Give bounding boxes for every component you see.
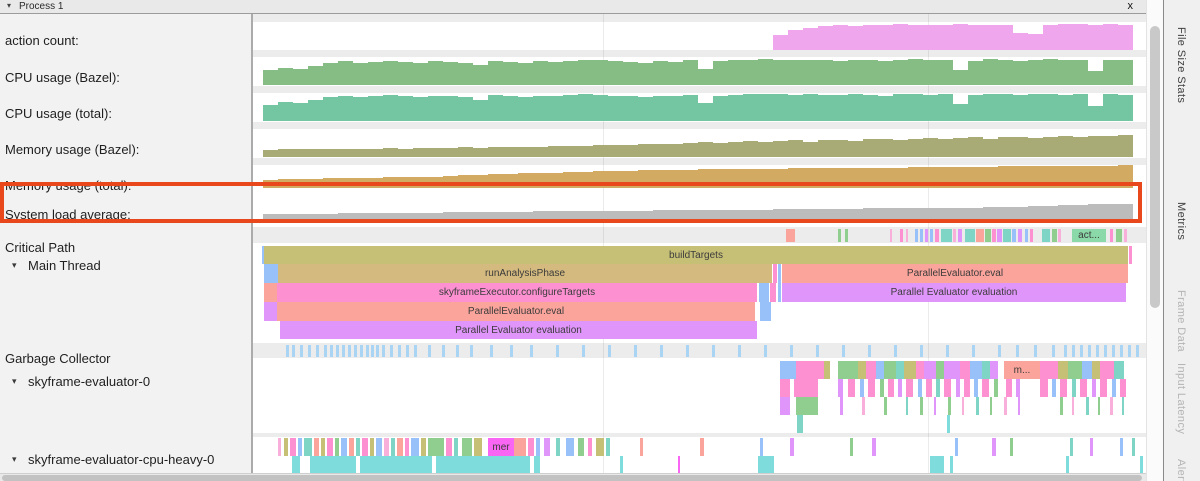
tab-alerts[interactable]: Alerts	[1175, 459, 1187, 481]
action-count-chart[interactable]	[253, 22, 1146, 50]
evaluator0-row[interactable]	[253, 397, 1146, 415]
main-thread-row[interactable]: ParallelEvaluator.eval	[253, 302, 1146, 321]
mem-bazel-chart[interactable]	[253, 129, 1146, 157]
label-action-count: action count:	[5, 33, 79, 48]
horizontal-scrollbar[interactable]	[0, 473, 1146, 481]
label-critical-path: Critical Path	[5, 240, 75, 255]
collapse-arrow-icon[interactable]: ▾	[12, 376, 17, 387]
track-label-column: action count: CPU usage (Bazel): CPU usa…	[0, 14, 253, 473]
row-strip	[253, 86, 1146, 93]
label-main-thread[interactable]: Main Thread	[28, 258, 101, 273]
process-header[interactable]: ▾ Process 1 x	[0, 0, 1146, 14]
main-thread-row[interactable]: Parallel Evaluator evaluation	[253, 321, 1146, 339]
timeline-canvas[interactable]: act... buildTargets runAnalysisPhasePara…	[253, 14, 1146, 473]
tab-frame-data[interactable]: Frame Data	[1175, 290, 1187, 352]
process-title: Process 1	[19, 1, 63, 12]
label-cpu-bazel: CPU usage (Bazel):	[5, 70, 120, 85]
label-garbage-collector: Garbage Collector	[5, 351, 111, 366]
mem-total-chart[interactable]	[253, 160, 1146, 188]
label-cpu-total: CPU usage (total):	[5, 106, 112, 121]
main-thread-row[interactable]: buildTargets	[253, 246, 1146, 264]
trace-viewer: ▾ Process 1 x action count: CPU usage (B…	[0, 0, 1200, 481]
cpu-bazel-chart[interactable]	[253, 57, 1146, 85]
critical-path-track[interactable]: act...	[253, 229, 1146, 242]
label-mem-bazel: Memory usage (Bazel):	[5, 142, 139, 157]
collapse-arrow-icon[interactable]: ▾	[12, 454, 17, 465]
collapse-arrow-icon[interactable]: ▾	[7, 1, 11, 10]
side-tab-rail: File Size Stats Metrics Frame Data Input…	[1163, 0, 1200, 481]
label-skyframe-evaluator-0[interactable]: skyframe-evaluator-0	[28, 374, 150, 389]
system-load-chart[interactable]	[253, 193, 1146, 221]
evaluator-heavy-row[interactable]	[253, 456, 1146, 473]
close-icon[interactable]: x	[1128, 0, 1134, 12]
process-panel: ▾ Process 1 x action count: CPU usage (B…	[0, 0, 1146, 481]
tab-input-latency[interactable]: Input Latency	[1175, 363, 1187, 434]
evaluator0-row[interactable]: m...	[253, 361, 1146, 379]
tab-metrics[interactable]: Metrics	[1175, 202, 1187, 240]
row-strip	[253, 50, 1146, 57]
label-mem-total: Memory usage (total):	[5, 178, 131, 193]
garbage-collector-track[interactable]	[253, 345, 1146, 357]
vertical-scrollbar-thumb[interactable]	[1150, 26, 1160, 308]
evaluator-heavy-row[interactable]: mer	[253, 438, 1146, 456]
row-strip	[253, 122, 1146, 129]
evaluator0-row[interactable]	[253, 415, 1146, 433]
row-strip	[253, 433, 1146, 437]
tab-file-size-stats[interactable]: File Size Stats	[1175, 27, 1187, 103]
label-system-load: System load average:	[5, 207, 131, 222]
row-strip	[253, 14, 1146, 22]
main-thread-row[interactable]: skyframeExecutor.configureTargetsParalle…	[253, 283, 1146, 302]
evaluator0-row[interactable]	[253, 379, 1146, 397]
main-thread-row[interactable]: runAnalysisPhaseParallelEvaluator.eval	[253, 264, 1146, 283]
collapse-arrow-icon[interactable]: ▾	[12, 260, 17, 271]
horizontal-scrollbar-thumb[interactable]	[2, 475, 1142, 481]
cpu-total-chart[interactable]	[253, 93, 1146, 121]
label-skyframe-evaluator-cpu-heavy-0[interactable]: skyframe-evaluator-cpu-heavy-0	[28, 452, 214, 467]
vertical-scrollbar[interactable]	[1146, 0, 1162, 481]
